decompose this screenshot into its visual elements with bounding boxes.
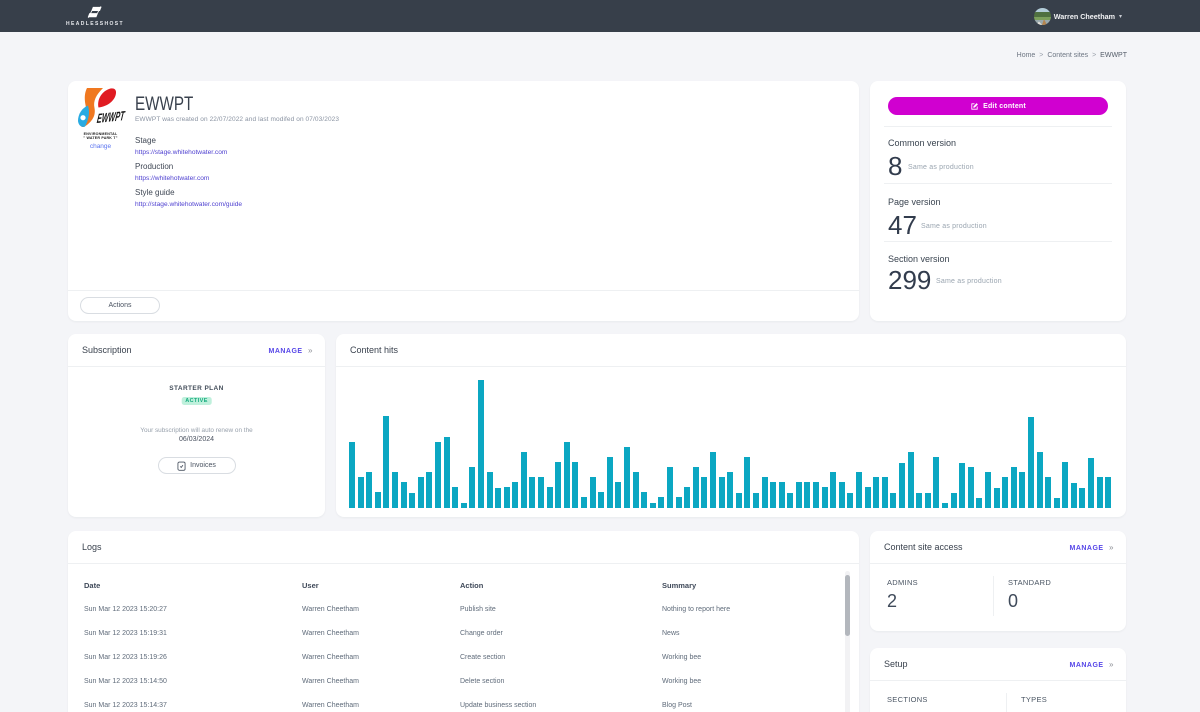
- svg-text:EWWPT: EWWPT: [96, 108, 126, 126]
